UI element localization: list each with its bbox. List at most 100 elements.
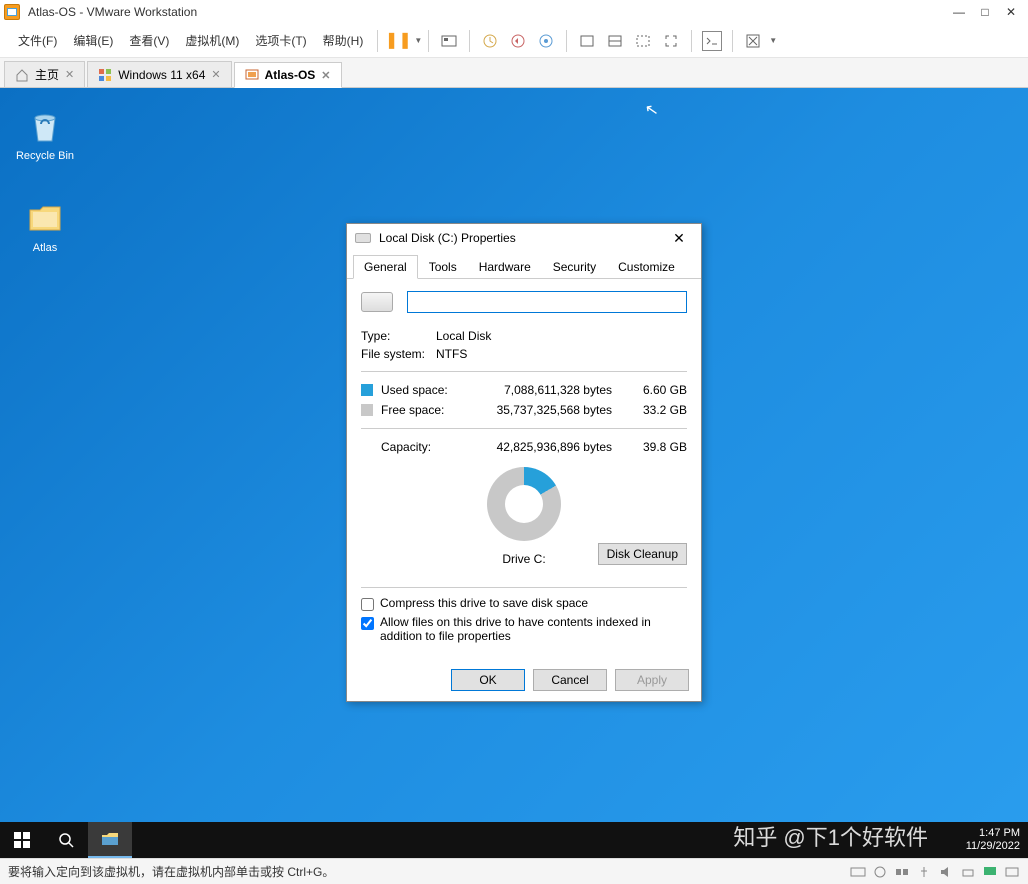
console-icon[interactable] (702, 31, 722, 51)
send-ctrl-alt-del-icon[interactable] (439, 31, 459, 51)
tab-customize[interactable]: Customize (607, 255, 686, 279)
maximize-button[interactable]: □ (972, 2, 998, 22)
windows-icon (98, 68, 112, 82)
display-status-icon[interactable] (982, 865, 998, 879)
cd-status-icon[interactable] (872, 865, 888, 879)
message-status-icon[interactable] (1004, 865, 1020, 879)
type-value: Local Disk (436, 329, 491, 343)
apply-button[interactable]: Apply (615, 669, 689, 691)
tab-home[interactable]: 主页 ✕ (4, 61, 85, 87)
index-checkbox-row[interactable]: Allow files on this drive to have conten… (361, 615, 687, 643)
free-gb: 33.2 GB (632, 403, 687, 417)
dialog-title: Local Disk (C:) Properties (379, 231, 665, 245)
pause-vm-button[interactable]: ❚❚ (388, 31, 408, 51)
tab-close-icon[interactable]: ✕ (321, 69, 330, 82)
type-label: Type: (361, 329, 436, 343)
vm-desktop[interactable]: Recycle Bin Atlas ↖ Local Disk (C:) Prop… (0, 88, 1028, 858)
drive-label: Drive C: (502, 552, 545, 566)
toolbar-separator (469, 30, 470, 52)
used-bytes: 7,088,611,328 bytes (461, 383, 632, 397)
view-fullscreen-icon[interactable] (661, 31, 681, 51)
watermark-text: 知乎 @下1个好软件 (733, 820, 928, 852)
toolbar-separator (428, 30, 429, 52)
tab-win11[interactable]: Windows 11 x64 ✕ (87, 61, 231, 87)
ok-button[interactable]: OK (451, 669, 525, 691)
vmware-titlebar: Atlas-OS - VMware Workstation — □ ✕ (0, 0, 1028, 24)
menu-tabs[interactable]: 选项卡(T) (247, 28, 314, 53)
sound-status-icon[interactable] (938, 865, 954, 879)
desktop-recycle-bin[interactable]: Recycle Bin (10, 106, 80, 162)
free-bytes: 35,737,325,568 bytes (461, 403, 632, 417)
compress-checkbox-row[interactable]: Compress this drive to save disk space (361, 596, 687, 611)
disk-status-icon[interactable] (850, 865, 866, 879)
folder-icon (25, 198, 65, 238)
view-split-icon[interactable] (605, 31, 625, 51)
vmware-logo-icon (4, 4, 20, 20)
index-label: Allow files on this drive to have conten… (380, 615, 687, 643)
dialog-titlebar[interactable]: Local Disk (C:) Properties ✕ (347, 224, 701, 252)
tab-tools[interactable]: Tools (418, 255, 468, 279)
menu-file[interactable]: 文件(F) (10, 28, 65, 53)
tab-atlas[interactable]: Atlas-OS ✕ (234, 62, 342, 88)
minimize-button[interactable]: — (946, 2, 972, 22)
recycle-bin-icon (25, 106, 65, 146)
dialog-close-button[interactable]: ✕ (665, 230, 693, 247)
used-color-icon (361, 384, 373, 396)
snapshot-manage-icon[interactable] (536, 31, 556, 51)
stretch-dropdown-icon[interactable]: ▼ (769, 36, 777, 45)
toolbar-separator (732, 30, 733, 52)
status-icons (850, 865, 1020, 879)
compress-checkbox[interactable] (361, 598, 374, 611)
view-single-icon[interactable] (577, 31, 597, 51)
capacity-gb: 39.8 GB (632, 440, 687, 454)
toolbar-separator (566, 30, 567, 52)
used-label: Used space: (381, 383, 461, 397)
capacity-bytes: 42,825,936,896 bytes (461, 440, 632, 454)
network-status-icon[interactable] (894, 865, 910, 879)
tab-general[interactable]: General (353, 255, 418, 279)
menu-help[interactable]: 帮助(H) (315, 28, 372, 53)
divider (361, 587, 687, 588)
vm-icon (245, 68, 259, 82)
divider (361, 371, 687, 372)
menu-edit[interactable]: 编辑(E) (65, 28, 121, 53)
file-explorer-button[interactable] (88, 822, 132, 858)
tab-hardware[interactable]: Hardware (468, 255, 542, 279)
drive-large-icon (361, 292, 393, 312)
vmware-statusbar: 要将输入定向到该虚拟机，请在虚拟机内部单击或按 Ctrl+G。 (0, 858, 1028, 884)
free-label: Free space: (381, 403, 461, 417)
disk-usage-donut (487, 467, 561, 541)
desktop-atlas-folder[interactable]: Atlas (10, 198, 80, 254)
recycle-bin-label: Recycle Bin (10, 150, 80, 162)
start-button[interactable] (0, 822, 44, 858)
clock-date: 11/29/2022 (966, 840, 1020, 853)
drive-icon (355, 233, 371, 243)
search-button[interactable] (44, 822, 88, 858)
index-checkbox[interactable] (361, 617, 374, 630)
usb-status-icon[interactable] (916, 865, 932, 879)
snapshot-take-icon[interactable] (480, 31, 500, 51)
used-gb: 6.60 GB (632, 383, 687, 397)
view-unity-icon[interactable] (633, 31, 653, 51)
snapshot-revert-icon[interactable] (508, 31, 528, 51)
close-button[interactable]: ✕ (998, 2, 1024, 22)
tab-close-icon[interactable]: ✕ (211, 68, 220, 81)
divider (361, 428, 687, 429)
cancel-button[interactable]: Cancel (533, 669, 607, 691)
dialog-buttons: OK Cancel Apply (347, 659, 701, 701)
disk-cleanup-button[interactable]: Disk Cleanup (598, 543, 687, 565)
dialog-body: Type:Local Disk File system:NTFS Used sp… (347, 279, 701, 659)
pause-dropdown-icon[interactable]: ▼ (414, 36, 422, 45)
drive-name-input[interactable] (407, 291, 687, 313)
menu-vm[interactable]: 虚拟机(M) (177, 28, 247, 53)
menu-view[interactable]: 查看(V) (121, 28, 177, 53)
tab-close-icon[interactable]: ✕ (65, 68, 74, 81)
free-color-icon (361, 404, 373, 416)
printer-status-icon[interactable] (960, 865, 976, 879)
status-message: 要将输入定向到该虚拟机，请在虚拟机内部单击或按 Ctrl+G。 (8, 863, 334, 880)
stretch-icon[interactable] (743, 31, 763, 51)
system-tray-clock[interactable]: 1:47 PM 11/29/2022 (966, 827, 1028, 853)
home-icon (15, 68, 29, 82)
tab-security[interactable]: Security (542, 255, 607, 279)
vmware-tabbar: 主页 ✕ Windows 11 x64 ✕ Atlas-OS ✕ (0, 58, 1028, 88)
